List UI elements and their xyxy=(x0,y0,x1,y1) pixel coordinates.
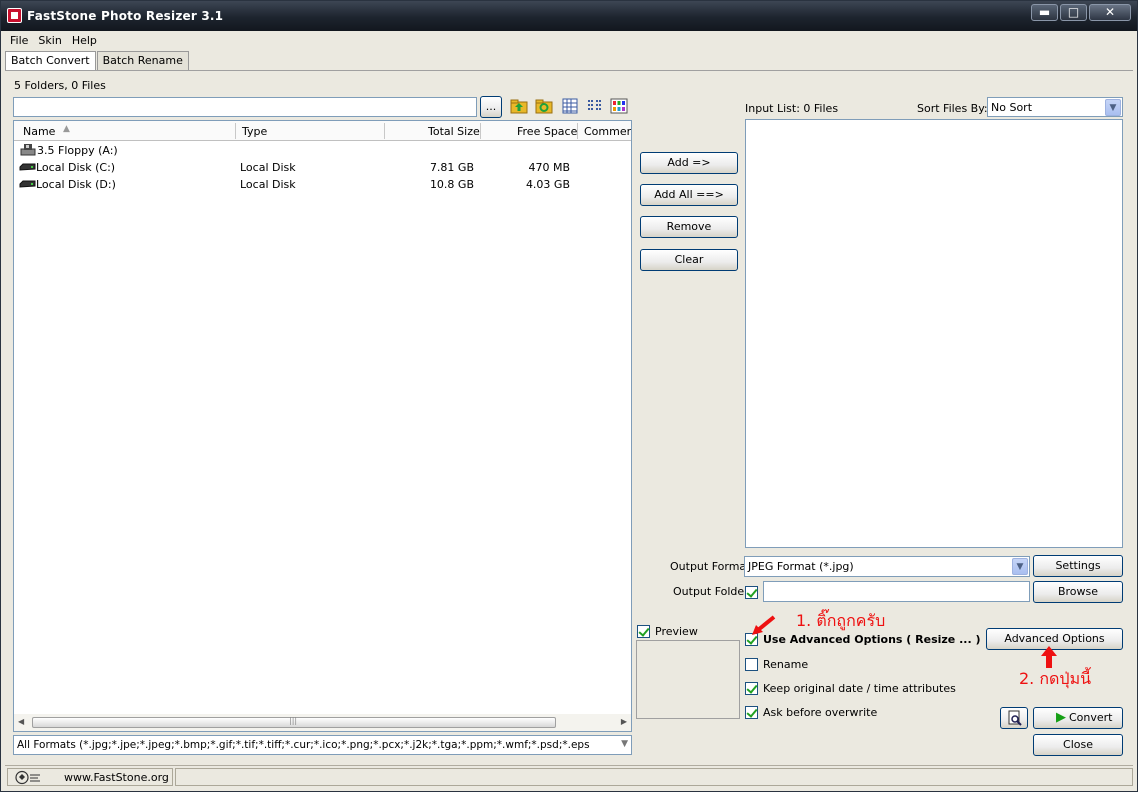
faststone-logo-icon xyxy=(15,770,40,785)
add-all-button[interactable]: Add All ==> xyxy=(640,184,738,206)
disk-icon xyxy=(19,163,36,171)
column-comments[interactable]: Comments xyxy=(584,125,631,138)
list-row[interactable]: Local Disk (C:) Local Disk 7.81 GB 470 M… xyxy=(14,159,631,176)
output-folder-label: Output Folder: xyxy=(673,585,753,598)
input-list-label: Input List: 0 Files xyxy=(745,102,839,115)
path-input[interactable] xyxy=(13,97,477,117)
chevron-down-icon[interactable]: ▼ xyxy=(1105,99,1121,116)
browse-button[interactable]: Browse xyxy=(1033,581,1123,603)
annotation-arrow-2 xyxy=(1041,646,1057,668)
rename-label: Rename xyxy=(763,658,809,671)
list-row[interactable]: Local Disk (D:) Local Disk 10.8 GB 4.03 … xyxy=(14,176,631,193)
file-filter-select[interactable]: All Formats (*.jpg;*.jpe;*.jpeg;*.bmp;*.… xyxy=(13,735,632,755)
menu-skin[interactable]: Skin xyxy=(33,32,66,50)
status-panel-url: www.FastStone.org xyxy=(7,768,173,786)
website-label[interactable]: www.FastStone.org xyxy=(64,771,169,784)
remove-button[interactable]: Remove xyxy=(640,216,738,238)
preview-checkbox[interactable] xyxy=(637,625,650,638)
column-name[interactable]: Name xyxy=(23,125,55,138)
menu-bar: File Skin Help xyxy=(5,32,102,50)
minimize-button[interactable]: ▬ xyxy=(1031,4,1058,21)
tab-divider xyxy=(5,70,1133,71)
window-title: FastStone Photo Resizer 3.1 xyxy=(27,9,224,23)
output-folder-checkbox[interactable] xyxy=(745,586,758,599)
sort-ascending-icon: ▲ xyxy=(63,124,70,134)
sort-files-select[interactable]: No Sort ▼ xyxy=(987,97,1123,117)
close-button[interactable]: Close xyxy=(1033,734,1123,756)
scroll-thumb[interactable]: ||| xyxy=(32,716,556,728)
close-window-button[interactable]: ✕ xyxy=(1089,4,1131,21)
preview-document-button[interactable] xyxy=(1000,707,1028,729)
ask-overwrite-label: Ask before overwrite xyxy=(763,706,878,719)
refresh-icon[interactable] xyxy=(535,97,553,115)
output-folder-input[interactable] xyxy=(763,581,1030,602)
browse-path-button[interactable]: ... xyxy=(480,96,502,118)
menu-file[interactable]: File xyxy=(5,32,33,50)
scroll-right-icon[interactable]: ▶ xyxy=(621,717,627,726)
preview-pane xyxy=(636,640,740,719)
column-type[interactable]: Type xyxy=(242,125,267,138)
thumbnail-view-icon[interactable] xyxy=(610,97,628,115)
status-panel-main xyxy=(175,768,1133,786)
input-file-list[interactable] xyxy=(745,119,1123,548)
ask-overwrite-checkbox[interactable] xyxy=(745,706,758,719)
tab-strip: Batch Convert Batch Rename xyxy=(5,51,190,71)
file-browser-list[interactable]: Name ▲ Type Total Size Free Space Commen… xyxy=(13,120,632,732)
folder-up-icon[interactable] xyxy=(510,97,528,115)
keep-date-label: Keep original date / time attributes xyxy=(763,682,956,695)
status-bar: www.FastStone.org xyxy=(5,765,1133,787)
play-icon: ▶ xyxy=(1056,710,1066,725)
sort-files-label: Sort Files By: xyxy=(917,102,988,115)
folder-summary: 5 Folders, 0 Files xyxy=(14,79,106,92)
app-icon xyxy=(7,8,22,23)
list-row[interactable]: 3.5 Floppy (A:) xyxy=(14,142,631,159)
horizontal-scrollbar[interactable]: ◀ ||| ▶ xyxy=(14,714,631,731)
output-format-label: Output Format: xyxy=(670,560,755,573)
convert-button[interactable]: ▶ Convert xyxy=(1033,707,1123,729)
add-button[interactable]: Add => xyxy=(640,152,738,174)
maximize-button[interactable]: □ xyxy=(1060,4,1087,21)
scroll-left-icon[interactable]: ◀ xyxy=(18,717,24,726)
settings-button[interactable]: Settings xyxy=(1033,555,1123,577)
column-free-space[interactable]: Free Space xyxy=(517,125,577,138)
column-total-size[interactable]: Total Size xyxy=(428,125,480,138)
list-view-icon[interactable] xyxy=(586,97,604,115)
keep-date-checkbox[interactable] xyxy=(745,682,758,695)
title-bar[interactable]: FastStone Photo Resizer 3.1 ▬ □ ✕ xyxy=(1,1,1137,31)
magnifier-document-icon xyxy=(1008,710,1022,726)
tab-batch-convert[interactable]: Batch Convert xyxy=(5,51,96,71)
use-advanced-options-label: Use Advanced Options ( Resize ... ) xyxy=(763,633,981,646)
annotation-step-1: 1. ติ๊กถูกครับ xyxy=(796,611,886,630)
details-view-icon[interactable] xyxy=(561,97,579,115)
chevron-down-icon[interactable]: ▼ xyxy=(1012,558,1028,575)
floppy-icon xyxy=(20,144,36,156)
app-window: FastStone Photo Resizer 3.1 ▬ □ ✕ File S… xyxy=(0,0,1138,792)
chevron-down-icon: ▼ xyxy=(621,739,628,749)
output-format-select[interactable]: JPEG Format (*.jpg) ▼ xyxy=(744,556,1030,577)
rename-checkbox[interactable] xyxy=(745,658,758,671)
tab-batch-rename[interactable]: Batch Rename xyxy=(96,51,189,70)
menu-help[interactable]: Help xyxy=(67,32,102,50)
annotation-arrow-1 xyxy=(752,615,776,635)
annotation-step-2: 2. กดปุ่มนี้ xyxy=(1019,669,1092,688)
list-header: Name ▲ Type Total Size Free Space Commen… xyxy=(14,121,631,141)
clear-button[interactable]: Clear xyxy=(640,249,738,271)
disk-icon xyxy=(19,180,36,188)
preview-label: Preview xyxy=(655,625,698,638)
